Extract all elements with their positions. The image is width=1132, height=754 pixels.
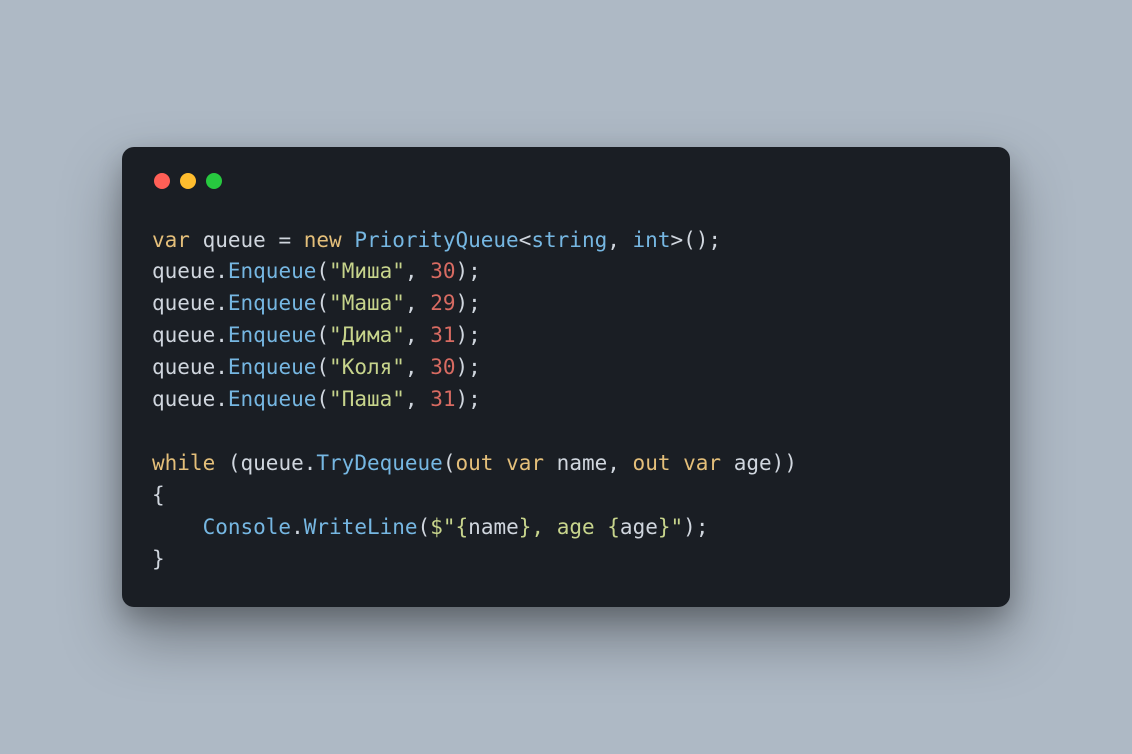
code-token: ( xyxy=(418,515,431,539)
code-token: string xyxy=(531,228,607,252)
code-token: Enqueue xyxy=(228,323,317,347)
code-token: "Дима" xyxy=(329,323,405,347)
code-token: out xyxy=(455,451,493,475)
code-token: ) xyxy=(784,451,797,475)
code-token: queue xyxy=(152,259,215,283)
code-token: Enqueue xyxy=(228,387,317,411)
code-token: "Миша" xyxy=(329,259,405,283)
code-token: out xyxy=(633,451,671,475)
code-token: name xyxy=(468,515,519,539)
code-token: TryDequeue xyxy=(316,451,442,475)
code-token: 30 xyxy=(430,259,455,283)
code-token: , xyxy=(405,259,430,283)
code-token: Enqueue xyxy=(228,291,317,315)
code-token: . xyxy=(304,451,317,475)
code-token: = xyxy=(266,228,304,252)
code-token: Enqueue xyxy=(228,355,317,379)
code-token: } xyxy=(519,515,532,539)
code-token: ); xyxy=(456,387,481,411)
code-token: Console xyxy=(203,515,292,539)
code-token: ( xyxy=(316,323,329,347)
code-token: queue xyxy=(152,387,215,411)
code-token: ); xyxy=(456,291,481,315)
code-token: queue xyxy=(152,323,215,347)
code-token: { xyxy=(607,515,620,539)
code-token: , xyxy=(405,355,430,379)
code-token: name xyxy=(557,451,608,475)
code-token: int xyxy=(633,228,671,252)
code-token: . xyxy=(215,387,228,411)
code-token: } xyxy=(658,515,671,539)
code-token: < xyxy=(519,228,532,252)
code-token: { xyxy=(152,483,165,507)
code-token: } xyxy=(152,547,165,571)
code-token: ( xyxy=(215,451,240,475)
code-token: , xyxy=(607,451,632,475)
code-token: queue xyxy=(152,291,215,315)
code-token: $ xyxy=(430,515,443,539)
code-token: ( xyxy=(316,355,329,379)
code-token: "Коля" xyxy=(329,355,405,379)
code-token: . xyxy=(215,259,228,283)
code-token: "Маша" xyxy=(329,291,405,315)
code-token: 31 xyxy=(430,323,455,347)
close-icon[interactable] xyxy=(154,173,170,189)
code-token: ( xyxy=(316,291,329,315)
code-token: age xyxy=(734,451,772,475)
code-token: . xyxy=(215,291,228,315)
code-token: ); xyxy=(456,355,481,379)
code-token: queue xyxy=(203,228,266,252)
code-token: ) xyxy=(772,451,785,475)
code-token: ); xyxy=(456,323,481,347)
code-token: queue xyxy=(241,451,304,475)
code-token: , xyxy=(405,291,430,315)
code-token: > xyxy=(670,228,683,252)
code-window: var queue = new PriorityQueue<string, in… xyxy=(122,147,1010,608)
code-token: ( xyxy=(316,259,329,283)
code-token: ); xyxy=(683,515,708,539)
code-token: , xyxy=(607,228,632,252)
maximize-icon[interactable] xyxy=(206,173,222,189)
code-token: , age xyxy=(531,515,607,539)
code-token: while xyxy=(152,451,215,475)
code-token: " xyxy=(671,515,684,539)
code-token: . xyxy=(215,355,228,379)
code-token: ( xyxy=(316,387,329,411)
code-token: var xyxy=(683,451,721,475)
code-token: { xyxy=(456,515,469,539)
code-token: Enqueue xyxy=(228,259,317,283)
code-token: queue xyxy=(152,355,215,379)
code-token: . xyxy=(291,515,304,539)
code-token: var xyxy=(152,228,190,252)
code-token: 29 xyxy=(430,291,455,315)
code-token: " xyxy=(443,515,456,539)
code-token: (); xyxy=(683,228,721,252)
code-token: "Паша" xyxy=(329,387,405,411)
code-token: ( xyxy=(443,451,456,475)
code-token: WriteLine xyxy=(304,515,418,539)
code-token: ); xyxy=(456,259,481,283)
code-token: age xyxy=(620,515,658,539)
code-token: . xyxy=(215,323,228,347)
code-token: PriorityQueue xyxy=(354,228,518,252)
code-token: , xyxy=(405,323,430,347)
code-token: , xyxy=(405,387,430,411)
code-token: new xyxy=(304,228,342,252)
code-content: var queue = new PriorityQueue<string, in… xyxy=(152,225,980,576)
minimize-icon[interactable] xyxy=(180,173,196,189)
code-token: var xyxy=(506,451,544,475)
window-controls xyxy=(154,173,980,189)
code-token xyxy=(152,515,203,539)
code-token: 30 xyxy=(430,355,455,379)
code-token: 31 xyxy=(430,387,455,411)
